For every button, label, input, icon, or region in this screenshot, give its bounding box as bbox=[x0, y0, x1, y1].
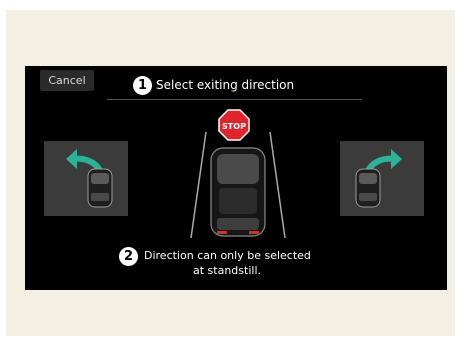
step-2-badge: 2 bbox=[119, 247, 138, 266]
stop-sign-icon: STOP bbox=[218, 109, 250, 141]
note-line-2: at standstill. bbox=[193, 264, 261, 277]
step-1-badge: 1 bbox=[133, 75, 152, 95]
title-divider bbox=[107, 99, 362, 100]
car-icon bbox=[355, 168, 381, 208]
parking-exit-screen: Cancel 1 Select exiting direction STOP 2… bbox=[25, 66, 447, 290]
exit-right-option[interactable] bbox=[340, 141, 424, 216]
note-line-1: Direction can only be selected bbox=[144, 249, 311, 262]
car-icon bbox=[87, 168, 113, 208]
right-exit-arrow-icon bbox=[355, 149, 402, 208]
stop-sign-text: STOP bbox=[222, 122, 246, 131]
parking-space-graphic bbox=[190, 132, 286, 238]
exit-left-option[interactable] bbox=[44, 141, 128, 216]
screen-title: 1 Select exiting direction bbox=[133, 73, 294, 97]
car-icon bbox=[210, 147, 266, 237]
title-text: Select exiting direction bbox=[156, 78, 295, 92]
cancel-button[interactable]: Cancel bbox=[40, 70, 94, 91]
left-exit-arrow-icon bbox=[66, 149, 113, 208]
